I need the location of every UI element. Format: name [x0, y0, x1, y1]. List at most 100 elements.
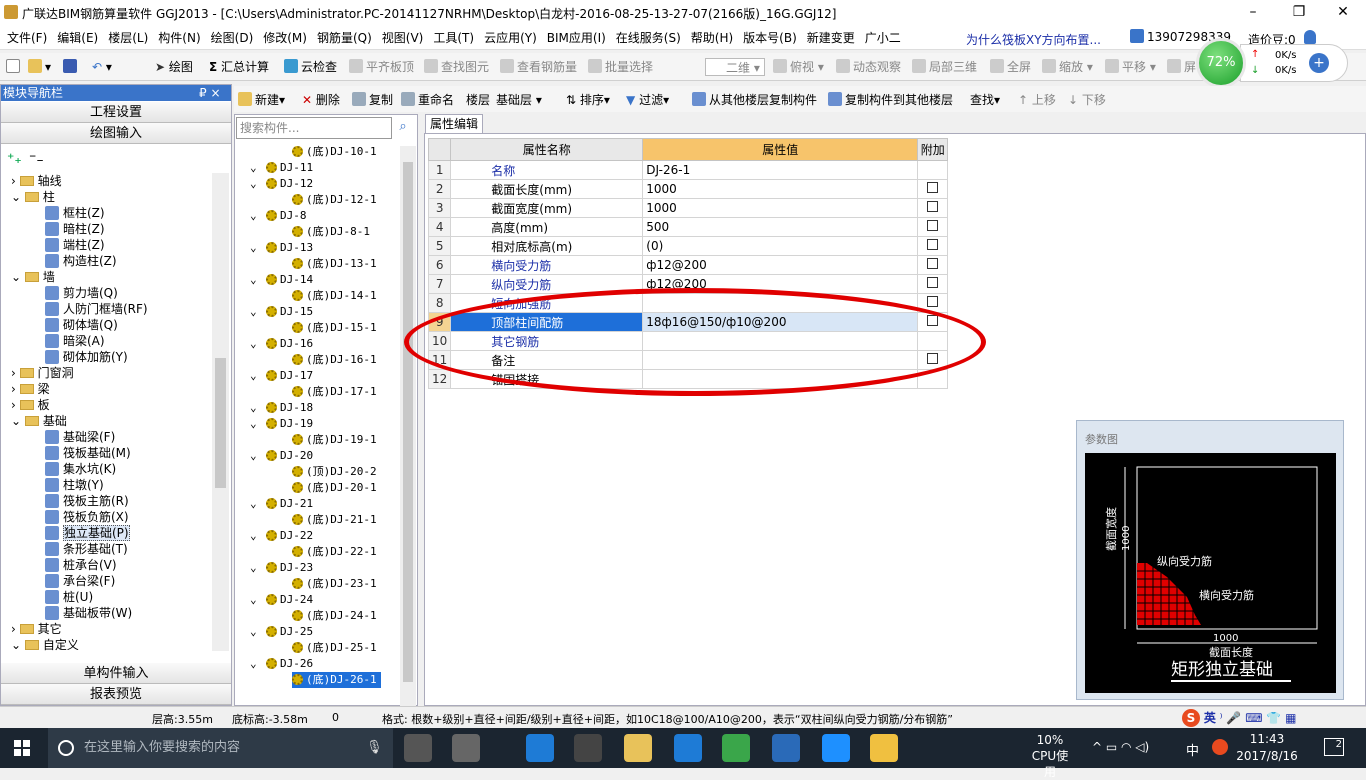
component-item[interactable]: ⌄ DJ-11: [250, 160, 313, 176]
orbit-button[interactable]: 动态观察: [836, 58, 901, 76]
tree-item[interactable]: 筏板主筋(R): [45, 493, 129, 509]
tree-item[interactable]: 桩承台(V): [45, 557, 117, 573]
menu-item-7[interactable]: 视图(V): [377, 26, 429, 50]
component-item[interactable]: ⌄ DJ-19: [250, 416, 313, 432]
menu-item-12[interactable]: 帮助(H): [686, 26, 738, 50]
move-down-button[interactable]: ↓ 下移: [1068, 91, 1106, 109]
component-search-input[interactable]: 搜索构件...: [236, 117, 392, 139]
component-item[interactable]: ⌄ DJ-15: [250, 304, 313, 320]
component-child-item[interactable]: (底)DJ-12-1: [292, 192, 377, 208]
copy-from-floor-button[interactable]: 从其他楼层复制构件: [692, 91, 817, 109]
new-component-button[interactable]: 新建▾: [238, 91, 285, 109]
top-view-button[interactable]: 俯视 ▾: [773, 58, 824, 76]
memory-gauge[interactable]: 72%: [1196, 38, 1246, 88]
expand-arrow-icon[interactable]: ⌄: [11, 638, 25, 651]
tree-item[interactable]: 砌体墙(Q): [45, 317, 118, 333]
collapse-arrow-icon[interactable]: ⌄: [250, 448, 257, 464]
zoom-button[interactable]: 缩放 ▾: [1042, 58, 1093, 76]
collapse-arrow-icon[interactable]: ⌄: [250, 592, 257, 608]
close-button[interactable]: ✕: [1320, 0, 1366, 26]
copy-button[interactable]: 复制: [352, 91, 393, 109]
collapse-all-icon[interactable]: ⁻₋: [29, 151, 44, 167]
extra-checkbox[interactable]: [927, 201, 939, 212]
notification-icon[interactable]: 2: [1324, 738, 1344, 756]
tree-item[interactable]: 暗梁(A): [45, 333, 105, 349]
sort-button[interactable]: ⇅ 排序▾: [566, 91, 610, 109]
tree-item[interactable]: 桩(U): [45, 589, 93, 605]
collapse-arrow-icon[interactable]: ⌄: [250, 240, 257, 256]
tree-item[interactable]: 砌体加筋(Y): [45, 349, 128, 365]
draw-button[interactable]: ➤ 绘图: [155, 58, 193, 76]
component-child-item[interactable]: (底)DJ-16-1: [292, 352, 377, 368]
menu-item-0[interactable]: 文件(F): [2, 26, 52, 50]
component-child-item[interactable]: (底)DJ-21-1: [292, 512, 377, 528]
expand-arrow-icon[interactable]: ›: [11, 398, 20, 412]
find-element-button[interactable]: 查找图元: [424, 58, 489, 76]
tray-icons[interactable]: ^ ▭ ◠ ◁): [1092, 740, 1149, 754]
edge-icon[interactable]: [526, 734, 554, 762]
collapse-arrow-icon[interactable]: ⌄: [250, 400, 257, 416]
menu-item-9[interactable]: 云应用(Y): [479, 26, 542, 50]
tree-folder[interactable]: ⌄ 基础: [11, 413, 67, 429]
tab-property-edit[interactable]: 属性编辑: [425, 114, 483, 134]
tree-folder[interactable]: › 其它: [11, 621, 62, 637]
menu-item-14[interactable]: 新建变更: [802, 26, 860, 50]
menu-item-10[interactable]: BIM应用(I): [542, 26, 611, 50]
property-row[interactable]: 3 截面宽度(mm) 1000: [427, 198, 949, 218]
expand-arrow-icon[interactable]: ⌄: [11, 270, 25, 284]
cloud-check-button[interactable]: 云检查: [284, 58, 337, 76]
save-icon[interactable]: [63, 58, 80, 76]
property-row[interactable]: 2 截面长度(mm) 1000: [427, 179, 949, 199]
ggj-active-icon[interactable]: [822, 734, 850, 762]
clock[interactable]: 11:43 2017/8/16: [1232, 731, 1302, 765]
menu-item-1[interactable]: 编辑(E): [52, 26, 103, 50]
expand-arrow-icon[interactable]: ›: [11, 174, 20, 188]
expand-arrow-icon[interactable]: ⌄: [11, 190, 25, 204]
component-list-scrollbar[interactable]: [400, 146, 416, 706]
property-row[interactable]: 4 高度(mm) 500: [427, 217, 949, 237]
extra-checkbox[interactable]: [927, 258, 939, 269]
property-value-cell[interactable]: 1000: [642, 198, 919, 218]
pan-button[interactable]: 平移 ▾: [1105, 58, 1156, 76]
copy-to-floor-button[interactable]: 复制构件到其他楼层: [828, 91, 953, 109]
menu-item-13[interactable]: 版本号(B): [738, 26, 802, 50]
component-item[interactable]: ⌄ DJ-17: [250, 368, 313, 384]
maximize-button[interactable]: ❐: [1276, 0, 1322, 26]
notes-icon[interactable]: [870, 734, 898, 762]
bell-icon[interactable]: [1304, 30, 1316, 44]
tree-item[interactable]: 端柱(Z): [45, 237, 105, 253]
tree-item[interactable]: 暗柱(Z): [45, 221, 105, 237]
local-3d-button[interactable]: 局部三维: [912, 58, 977, 76]
property-value-cell[interactable]: 500: [642, 217, 919, 237]
collapse-arrow-icon[interactable]: ⌄: [250, 656, 257, 672]
glodon-icon[interactable]: [674, 734, 702, 762]
tree-folder[interactable]: ⌄ 墙: [11, 269, 55, 285]
component-item[interactable]: ⌄ DJ-12: [250, 176, 313, 192]
batch-select-button[interactable]: 批量选择: [588, 58, 653, 76]
expand-arrow-icon[interactable]: ›: [11, 622, 20, 636]
draw-input-button[interactable]: 绘图输入: [1, 123, 231, 144]
component-child-item[interactable]: (底)DJ-19-1: [292, 432, 377, 448]
extra-checkbox[interactable]: [927, 182, 939, 193]
component-item[interactable]: ⌄ DJ-23: [250, 560, 313, 576]
delete-button[interactable]: ✕ 删除: [302, 91, 340, 109]
extra-checkbox[interactable]: [927, 239, 939, 250]
plus-icon[interactable]: +: [1309, 53, 1329, 73]
tree-item[interactable]: 剪力墙(Q): [45, 285, 118, 301]
fullscreen-button[interactable]: 全屏: [990, 58, 1031, 76]
component-item[interactable]: ⌄ DJ-13: [250, 240, 313, 256]
tree-item[interactable]: 独立基础(P): [45, 525, 130, 541]
tree-folder[interactable]: › 板: [11, 397, 50, 413]
menu-item-15[interactable]: 广小二: [860, 26, 906, 50]
tree-item[interactable]: 基础板带(W): [45, 605, 132, 621]
app-icon-1[interactable]: [404, 734, 432, 762]
tree-item[interactable]: 人防门框墙(RF): [45, 301, 148, 317]
menu-item-4[interactable]: 绘图(D): [206, 26, 259, 50]
tree-folder[interactable]: ⌄ 自定义: [11, 637, 79, 651]
component-child-item[interactable]: (底)DJ-25-1: [292, 640, 377, 656]
component-item[interactable]: ⌄ DJ-20: [250, 448, 313, 464]
component-item[interactable]: ⌄ DJ-26: [250, 656, 313, 672]
collapse-arrow-icon[interactable]: ⌄: [250, 272, 257, 288]
tree-item[interactable]: 集水坑(K): [45, 461, 116, 477]
component-item[interactable]: ⌄ DJ-8: [250, 208, 307, 224]
